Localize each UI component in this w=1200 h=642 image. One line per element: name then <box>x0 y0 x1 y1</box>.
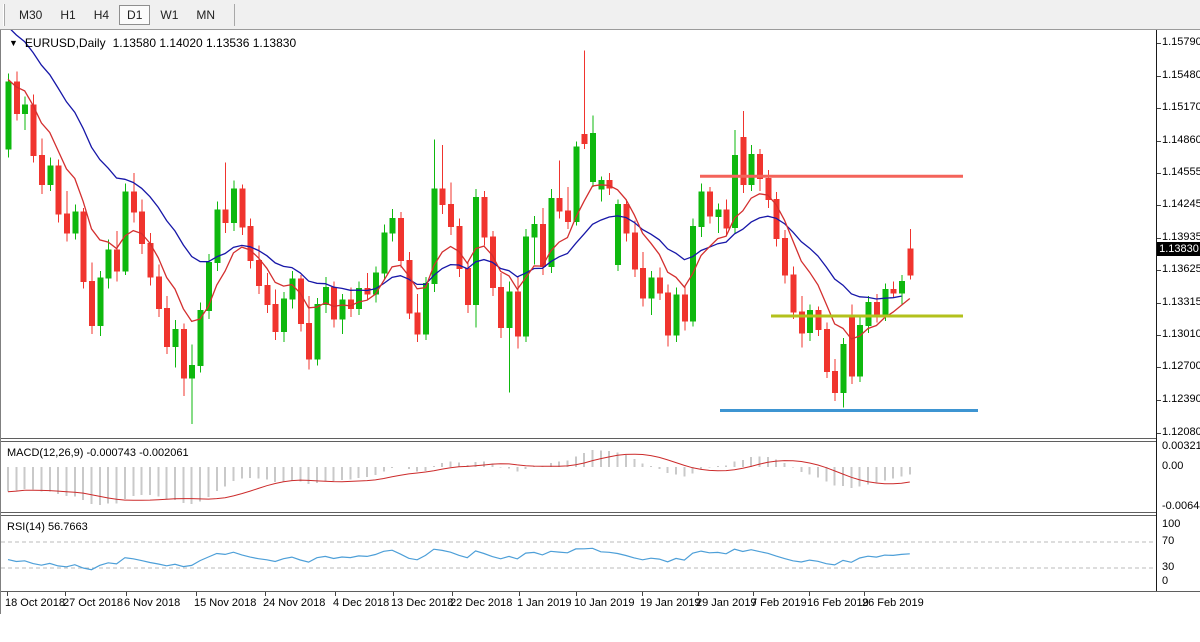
chart-area: ▼ EURUSD,Daily 1.13580 1.14020 1.13536 1… <box>0 30 1200 614</box>
axis-tick <box>1157 367 1161 368</box>
price-axis-label: 1.12390 <box>1162 393 1200 405</box>
date-tick <box>335 592 336 596</box>
date-tick <box>698 592 699 596</box>
date-axis-label: 4 Dec 2018 <box>333 597 389 609</box>
date-axis-label: 15 Nov 2018 <box>194 597 256 609</box>
price-axis-label: 1.15170 <box>1162 101 1200 113</box>
date-axis-label: 22 Dec 2018 <box>450 597 512 609</box>
date-tick <box>452 592 453 596</box>
rsi-axis-label: 0 <box>1162 575 1168 587</box>
date-axis-label: 24 Nov 2018 <box>263 597 325 609</box>
date-axis[interactable]: 18 Oct 201827 Oct 20186 Nov 2018 15 Nov 2… <box>1 592 1200 614</box>
date-tick <box>65 592 66 596</box>
rsi-indicator-label: RSI(14) 56.7663 <box>7 521 88 533</box>
price-axis-label: 1.15790 <box>1162 36 1200 48</box>
rsi-axis-label: 30 <box>1162 561 1174 573</box>
timeframe-button-mn[interactable]: MN <box>188 5 223 25</box>
date-axis-label: 27 Oct 2018 <box>63 597 123 609</box>
date-tick <box>642 592 643 596</box>
date-axis-label: 10 Jan 2019 <box>574 597 635 609</box>
price-axis-label: 1.12700 <box>1162 360 1200 372</box>
price-axis-label: 1.13625 <box>1162 263 1200 275</box>
date-axis-label: 18 Oct 2018 <box>5 597 65 609</box>
date-tick <box>576 592 577 596</box>
price-axis[interactable]: 1.15790 1.15480 1.15170 1.14860 1.14555 1.142… <box>1157 30 1200 592</box>
chart-symbol-period: EURUSD,Daily <box>25 36 106 50</box>
date-axis-label: 29 Jan 2019 <box>696 597 757 609</box>
macd-current-values: -0.000743 -0.002061 <box>86 447 188 459</box>
trading-platform-window: M30H1H4D1W1MN ▼ EURUSD,Daily 1.13580 1.1… <box>0 0 1200 642</box>
price-axis-label: 1.15480 <box>1162 69 1200 81</box>
current-price-badge: 1.13830 <box>1157 242 1200 256</box>
date-axis-label: 6 Nov 2018 <box>124 597 180 609</box>
date-axis-label: 7 Feb 2019 <box>751 597 807 609</box>
macd-axis-label: 0.00 <box>1162 460 1183 472</box>
rsi-axis-label: 70 <box>1162 535 1174 547</box>
date-tick <box>519 592 520 596</box>
axis-tick <box>1157 238 1161 239</box>
axis-tick <box>1157 433 1161 434</box>
axis-tick <box>1157 43 1161 44</box>
timeframe-button-w1[interactable]: W1 <box>152 5 186 25</box>
toolbar-separator <box>234 4 235 26</box>
timeframe-button-h1[interactable]: H1 <box>52 5 83 25</box>
macd-indicator-label: MACD(12,26,9) -0.000743 -0.002061 <box>7 447 189 459</box>
axis-tick <box>1157 335 1161 336</box>
timeframe-button-m30[interactable]: M30 <box>11 5 50 25</box>
chart-ohlc-values: 1.13580 1.14020 1.13536 1.13830 <box>113 36 297 50</box>
rsi-line[interactable] <box>8 548 910 569</box>
toolbar-grip[interactable] <box>3 4 5 26</box>
date-tick <box>393 592 394 596</box>
price-axis-label: 1.13010 <box>1162 328 1200 340</box>
date-tick <box>809 592 810 596</box>
axis-tick <box>1157 400 1161 401</box>
panel-splitter-rsi[interactable] <box>1 512 1200 516</box>
date-axis-label: 13 Dec 2018 <box>391 597 453 609</box>
timeframe-button-h4[interactable]: H4 <box>86 5 117 25</box>
price-axis-label: 1.13315 <box>1162 296 1200 308</box>
chart-header: ▼ EURUSD,Daily 1.13580 1.14020 1.13536 1… <box>9 36 296 50</box>
macd-axis-label: -0.006485 <box>1162 500 1200 512</box>
macd-axis-label: 0.003216 <box>1162 440 1200 452</box>
price-chart-plot[interactable] <box>1 30 1156 438</box>
date-tick <box>864 592 865 596</box>
date-tick <box>265 592 266 596</box>
timeframe-button-d1[interactable]: D1 <box>119 5 150 25</box>
axis-tick <box>1157 141 1161 142</box>
date-tick <box>753 592 754 596</box>
macd-signal-line[interactable] <box>8 454 910 500</box>
axis-tick <box>1157 303 1161 304</box>
candlestick-series <box>6 50 913 424</box>
axis-tick <box>1157 76 1161 77</box>
axis-tick <box>1157 173 1161 174</box>
date-tick <box>126 592 127 596</box>
date-axis-label: 26 Feb 2019 <box>862 597 924 609</box>
price-axis-label: 1.14245 <box>1162 198 1200 210</box>
rsi-axis-label: 100 <box>1162 518 1180 530</box>
timeframe-toolbar: M30H1H4D1W1MN <box>0 0 1200 30</box>
price-axis-label: 1.12080 <box>1162 426 1200 438</box>
price-axis-label: 1.14555 <box>1162 166 1200 178</box>
date-tick <box>7 592 8 596</box>
date-axis-label: 19 Jan 2019 <box>640 597 701 609</box>
symbol-dropdown-icon[interactable]: ▼ <box>9 38 18 48</box>
date-axis-label: 1 Jan 2019 <box>517 597 571 609</box>
panel-splitter-macd[interactable] <box>1 438 1200 442</box>
axis-tick <box>1157 205 1161 206</box>
date-tick <box>196 592 197 596</box>
rsi-current-value: 56.7663 <box>48 521 88 533</box>
axis-tick <box>1157 270 1161 271</box>
axis-tick <box>1157 108 1161 109</box>
date-axis-label: 16 Feb 2019 <box>807 597 869 609</box>
price-axis-label: 1.14860 <box>1162 134 1200 146</box>
ma-slow-line[interactable] <box>8 30 901 299</box>
rsi-panel-plot[interactable] <box>1 517 1156 592</box>
